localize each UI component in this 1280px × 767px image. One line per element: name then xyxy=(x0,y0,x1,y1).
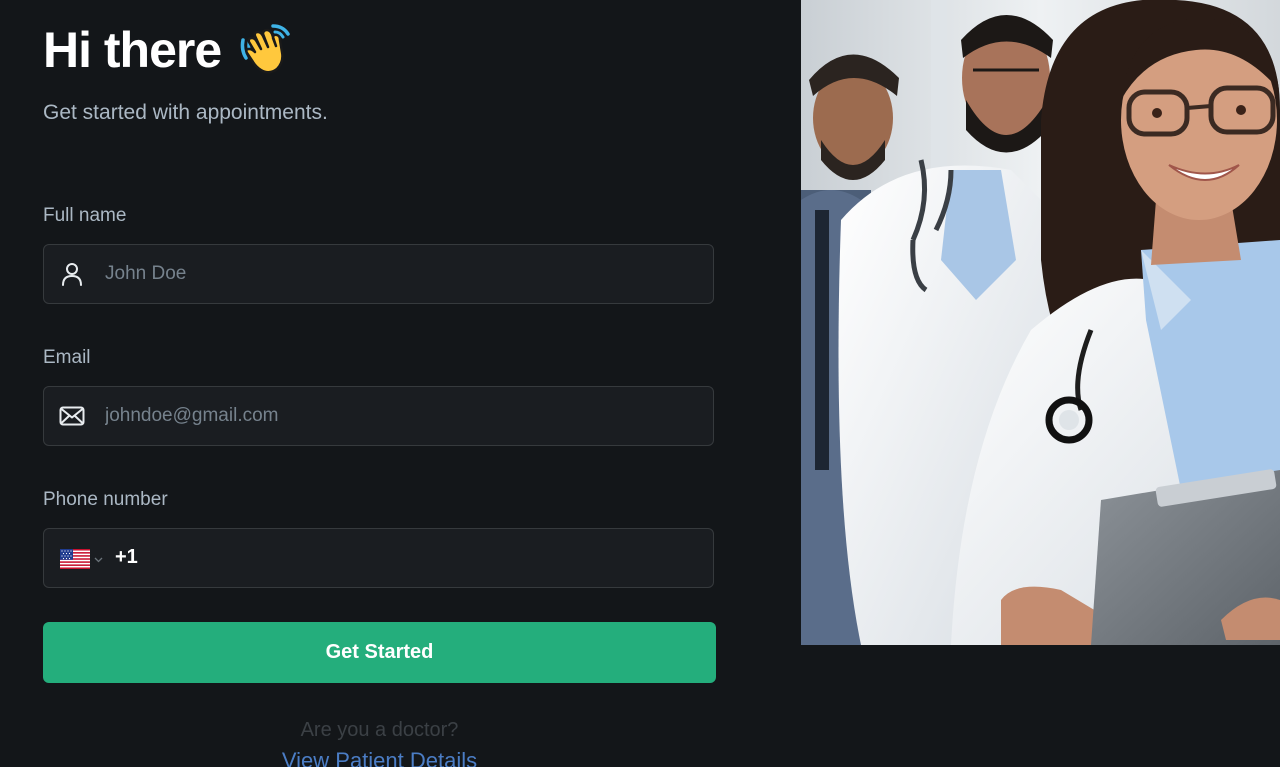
phone-field[interactable]: +1 xyxy=(43,528,714,588)
us-flag-icon xyxy=(60,549,90,569)
patient-form: Hi there Get started with appointments. … xyxy=(43,0,716,767)
phone-label: Phone number xyxy=(43,489,168,510)
dial-code: +1 xyxy=(115,546,138,568)
email-label: Email xyxy=(43,347,91,368)
email-field[interactable] xyxy=(43,386,714,446)
waving-hand-icon xyxy=(237,22,293,78)
email-input[interactable] xyxy=(105,387,695,445)
page-title: Hi there xyxy=(43,18,293,82)
full-name-label: Full name xyxy=(43,205,127,226)
title-text: Hi there xyxy=(43,22,222,78)
full-name-field[interactable] xyxy=(43,244,714,304)
page-subtitle: Get started with appointments. xyxy=(43,101,328,124)
phone-input[interactable] xyxy=(140,529,700,587)
full-name-input[interactable] xyxy=(105,245,695,303)
doctors-hero-image xyxy=(801,0,1280,645)
doctor-question: Are you a doctor? xyxy=(300,719,459,741)
user-icon xyxy=(58,260,86,288)
get-started-button[interactable]: Get Started xyxy=(43,622,716,683)
chevron-down-icon xyxy=(90,550,103,568)
mail-icon xyxy=(58,402,86,430)
country-select[interactable] xyxy=(60,547,108,571)
view-patient-details-link[interactable]: View Patient Details xyxy=(43,748,716,767)
page: Hi there Get started with appointments. … xyxy=(0,0,1280,767)
